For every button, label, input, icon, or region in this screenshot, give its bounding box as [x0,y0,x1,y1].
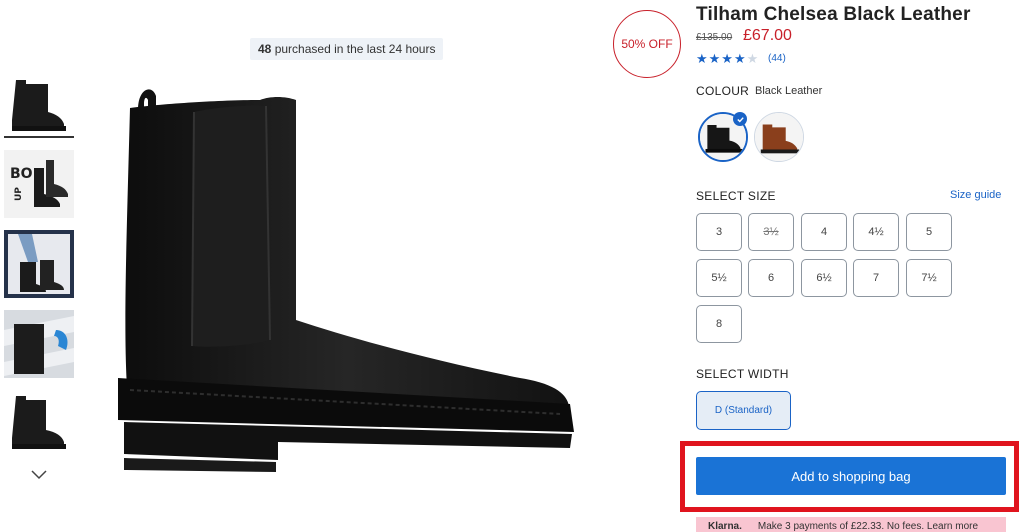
thumbnail-list: BO UP [4,70,76,470]
rating-stars: ★★★★★ [696,51,759,67]
rating-empty: ★ [746,51,760,66]
thumbnail-2[interactable]: BO UP [4,150,74,218]
purchased-text: purchased in the last 24 hours [274,42,436,56]
size-4[interactable]: 4 [801,213,847,251]
width-label: SELECT WIDTH [696,367,789,381]
thumbnail-3[interactable] [4,230,74,298]
klarna-logo: Klarna. [708,521,742,532]
product-title: Tilham Chelsea Black Leather [696,4,971,25]
size-5-5[interactable]: 5½ [696,259,742,297]
width-standard-option[interactable]: D (Standard) [696,391,791,430]
size-3[interactable]: 3 [696,213,742,251]
size-7-5[interactable]: 7½ [906,259,952,297]
thumbnail-1[interactable] [4,70,74,138]
sale-price: £67.00 [743,27,792,44]
size-guide-link[interactable]: Size guide [950,189,1001,201]
svg-text:BO: BO [10,166,33,182]
thumbnail-5[interactable] [4,390,74,458]
discount-badge: 50% OFF [613,10,681,78]
check-icon [733,112,747,126]
chevron-down-icon[interactable] [30,468,48,480]
review-count-link[interactable]: (44) [768,53,786,64]
colour-label: COLOUR [696,84,750,98]
colour-value: Black Leather [755,85,823,97]
size-5[interactable]: 5 [906,213,952,251]
size-label: SELECT SIZE [696,189,776,203]
purchased-count: 48 [258,42,272,56]
klarna-text: Make 3 payments of £22.33. No fees. Lear… [757,521,979,532]
rating-filled: ★★★★ [696,51,747,66]
purchased-badge: 48 purchased in the last 24 hours [250,38,444,60]
swatch-tan-leather[interactable] [754,112,804,162]
thumbnail-4[interactable] [4,310,74,378]
klarna-banner[interactable]: Klarna. Make 3 payments of £22.33. No fee… [696,517,1006,532]
size-6[interactable]: 6 [748,259,794,297]
product-page: BO UP 48 purchased in the last 24 hours … [0,0,1024,532]
size-6-5[interactable]: 6½ [801,259,847,297]
size-8[interactable]: 8 [696,305,742,343]
original-price: £135.00 [696,32,733,43]
add-to-bag-button[interactable]: Add to shopping bag [696,457,1006,495]
size-3-5[interactable]: 3½ [748,213,794,251]
size-7[interactable]: 7 [853,259,899,297]
size-4-5[interactable]: 4½ [853,213,899,251]
svg-text:UP: UP [14,187,24,201]
main-product-image [118,89,574,472]
